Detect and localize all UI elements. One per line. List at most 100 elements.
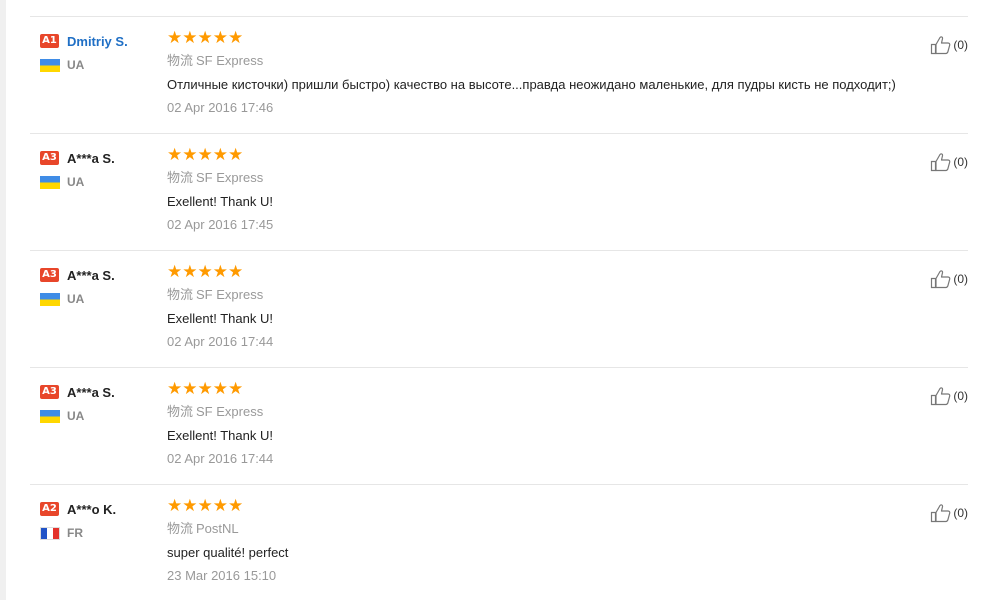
review-body: ★ ★ ★ ★ ★ 物流 SF Express Exellent! Thank U! 02… [167, 380, 927, 468]
review-text: Exellent! Thank U! [167, 428, 273, 443]
helpful-count: (0) [953, 506, 968, 520]
reviewer-country: UA [67, 409, 85, 423]
logistics-label: 物流 [167, 404, 194, 419]
reviewer-info: A2 A***o K. FR [40, 500, 160, 540]
france-flag-icon [40, 526, 60, 540]
buyer-level-badge: A3 [40, 385, 59, 399]
star-icon: ★ [228, 496, 244, 516]
feedback-list: A1 Dmitriy S. UA ★ ★ ★ ★ ★ 物流 SF Express Отли… [30, 16, 968, 602]
logistics-carrier: SF Express [196, 287, 264, 302]
star-icon: ★ [197, 262, 213, 282]
logistics-info: 物流 SF Express [167, 52, 927, 70]
helpful-count: (0) [953, 155, 968, 169]
star-icon: ★ [167, 28, 183, 48]
logistics-info: 物流 SF Express [167, 169, 927, 187]
review-body: ★ ★ ★ ★ ★ 物流 SF Express Exellent! Thank U! 02… [167, 146, 927, 234]
ukraine-flag-icon [40, 58, 60, 72]
logistics-label: 物流 [167, 521, 194, 536]
thumbs-up-icon [931, 387, 951, 406]
logistics-carrier: SF Express [196, 170, 264, 185]
reviewer-name: A***a S. [67, 267, 115, 283]
reviewer-info: A3 A***a S. UA [40, 266, 160, 306]
thumbs-up-icon [931, 36, 951, 55]
star-icon: ★ [197, 379, 213, 399]
review-date: 02 Apr 2016 17:44 [167, 334, 274, 349]
review-item: A3 A***a S. UA ★ ★ ★ ★ ★ 物流 SF Express Exelle… [30, 368, 968, 485]
thumbs-up-icon [931, 270, 951, 289]
star-icon: ★ [182, 28, 198, 48]
review-text: Exellent! Thank U! [167, 194, 273, 209]
star-rating: ★ ★ ★ ★ ★ [167, 146, 927, 164]
review-text: Отличные кисточки) пришли быстро) качест… [167, 77, 896, 92]
star-icon: ★ [167, 496, 183, 516]
review-date: 02 Apr 2016 17:44 [167, 451, 274, 466]
star-icon: ★ [182, 496, 198, 516]
buyer-level-badge: A3 [40, 151, 59, 165]
review-date: 02 Apr 2016 17:46 [167, 100, 274, 115]
star-icon: ★ [197, 496, 213, 516]
star-rating: ★ ★ ★ ★ ★ [167, 497, 927, 515]
helpful-count: (0) [953, 272, 968, 286]
buyer-level-badge: A3 [40, 268, 59, 282]
review-date: 23 Mar 2016 15:10 [167, 568, 277, 583]
logistics-carrier: SF Express [196, 53, 264, 68]
star-icon: ★ [228, 379, 244, 399]
review-item: A3 A***a S. UA ★ ★ ★ ★ ★ 物流 SF Express Exelle… [30, 134, 968, 251]
helpful-button[interactable]: (0) [930, 152, 968, 172]
star-icon: ★ [212, 28, 228, 48]
reviewer-name: A***a S. [67, 150, 115, 166]
reviewer-country: FR [67, 526, 83, 540]
review-text: super qualité! perfect [167, 545, 289, 560]
star-icon: ★ [182, 262, 198, 282]
star-icon: ★ [228, 145, 244, 165]
reviewer-name[interactable]: Dmitriy S. [67, 34, 128, 49]
helpful-count: (0) [953, 389, 968, 403]
thumbs-up-icon [931, 153, 951, 172]
buyer-level-badge: A1 [40, 34, 59, 48]
reviewer-name: A***a S. [67, 384, 115, 400]
star-icon: ★ [182, 145, 198, 165]
helpful-count: (0) [953, 38, 968, 52]
reviewer-info: A3 A***a S. UA [40, 383, 160, 423]
star-icon: ★ [228, 28, 244, 48]
star-icon: ★ [212, 496, 228, 516]
ukraine-flag-icon [40, 409, 60, 423]
review-body: ★ ★ ★ ★ ★ 物流 PostNL super qualité! perfect 23… [167, 497, 927, 585]
buyer-level-badge: A2 [40, 502, 59, 516]
logistics-label: 物流 [167, 287, 194, 302]
review-body: ★ ★ ★ ★ ★ 物流 SF Express Отличные кисточки) пр… [167, 29, 927, 117]
star-rating: ★ ★ ★ ★ ★ [167, 263, 927, 281]
star-icon: ★ [167, 145, 183, 165]
reviewer-name: A***o K. [67, 501, 117, 517]
logistics-label: 物流 [167, 170, 194, 185]
helpful-button[interactable]: (0) [930, 35, 968, 55]
review-item: A2 A***o K. FR ★ ★ ★ ★ ★ 物流 PostNL super qual… [30, 485, 968, 602]
star-icon: ★ [197, 28, 213, 48]
star-icon: ★ [182, 379, 198, 399]
review-item: A1 Dmitriy S. UA ★ ★ ★ ★ ★ 物流 SF Express Отли… [30, 17, 968, 134]
logistics-info: 物流 PostNL [167, 520, 927, 538]
review-date: 02 Apr 2016 17:45 [167, 217, 274, 232]
review-item: A3 A***a S. UA ★ ★ ★ ★ ★ 物流 SF Express Exelle… [30, 251, 968, 368]
star-rating: ★ ★ ★ ★ ★ [167, 29, 927, 47]
ukraine-flag-icon [40, 175, 60, 189]
reviewer-info: A1 Dmitriy S. UA [40, 32, 160, 72]
left-sidebar-edge [0, 0, 6, 600]
logistics-carrier: SF Express [196, 404, 264, 419]
logistics-carrier: PostNL [196, 521, 239, 536]
review-body: ★ ★ ★ ★ ★ 物流 SF Express Exellent! Thank U! 02… [167, 263, 927, 351]
star-icon: ★ [212, 379, 228, 399]
helpful-button[interactable]: (0) [930, 269, 968, 289]
reviewer-country: UA [67, 292, 85, 306]
thumbs-up-icon [931, 504, 951, 523]
logistics-info: 物流 SF Express [167, 403, 927, 421]
star-icon: ★ [167, 379, 183, 399]
logistics-info: 物流 SF Express [167, 286, 927, 304]
review-text: Exellent! Thank U! [167, 311, 273, 326]
star-rating: ★ ★ ★ ★ ★ [167, 380, 927, 398]
reviewer-info: A3 A***a S. UA [40, 149, 160, 189]
star-icon: ★ [197, 145, 213, 165]
helpful-button[interactable]: (0) [930, 503, 968, 523]
reviewer-country: UA [67, 58, 85, 72]
helpful-button[interactable]: (0) [930, 386, 968, 406]
